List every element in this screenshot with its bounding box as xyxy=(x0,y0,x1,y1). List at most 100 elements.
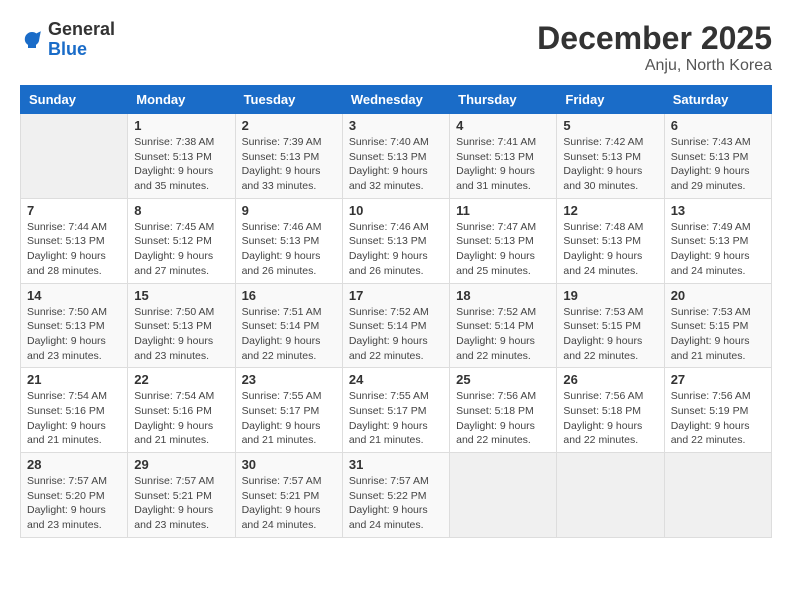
day-number: 11 xyxy=(456,203,550,218)
day-info: Sunrise: 7:54 AM Sunset: 5:16 PM Dayligh… xyxy=(27,389,121,448)
calendar-cell: 26Sunrise: 7:56 AM Sunset: 5:18 PM Dayli… xyxy=(557,368,664,453)
calendar-cell: 13 Sunrise: 7:49 AM Sunset: 5:13 PM Dayli… xyxy=(664,198,771,283)
calendar-cell: 4 Sunrise: 7:41 AM Sunset: 5:13 PM Daylig… xyxy=(450,114,557,199)
calendar-cell: 31 Sunrise: 7:57 AM Sunset: 5:22 PM Dayli… xyxy=(342,453,449,538)
day-number: 12 xyxy=(563,203,657,218)
calendar-cell: 12 Sunrise: 7:48 AM Sunset: 5:13 PM Dayli… xyxy=(557,198,664,283)
calendar-cell: 6Sunrise: 7:43 AM Sunset: 5:13 PM Daylig… xyxy=(664,114,771,199)
day-number: 5 xyxy=(563,118,657,133)
calendar-cell: 21 Sunrise: 7:54 AM Sunset: 5:16 PM Dayli… xyxy=(21,368,128,453)
calendar-table: SundayMondayTuesdayWednesdayThursdayFrid… xyxy=(20,85,772,538)
week-row-2: 7 Sunrise: 7:44 AM Sunset: 5:13 PM Daylig… xyxy=(21,198,772,283)
calendar-cell: 8Sunrise: 7:45 AM Sunset: 5:12 PM Daylig… xyxy=(128,198,235,283)
calendar-cell: 28 Sunrise: 7:57 AM Sunset: 5:20 PM Dayli… xyxy=(21,453,128,538)
day-info: Sunrise: 7:57 AM Sunset: 5:22 PM Dayligh… xyxy=(349,474,443,533)
title-area: December 2025 Anju, North Korea xyxy=(537,20,772,75)
weekday-header-row: SundayMondayTuesdayWednesdayThursdayFrid… xyxy=(21,86,772,114)
weekday-header-tuesday: Tuesday xyxy=(235,86,342,114)
week-row-1: 1 Sunrise: 7:38 AM Sunset: 5:13 PM Daylig… xyxy=(21,114,772,199)
weekday-header-friday: Friday xyxy=(557,86,664,114)
day-info: Sunrise: 7:51 AM Sunset: 5:14 PM Dayligh… xyxy=(242,305,336,364)
week-row-5: 28 Sunrise: 7:57 AM Sunset: 5:20 PM Dayli… xyxy=(21,453,772,538)
day-number: 3 xyxy=(349,118,443,133)
day-info: Sunrise: 7:46 AM Sunset: 5:13 PM Dayligh… xyxy=(349,220,443,279)
day-number: 13 xyxy=(671,203,765,218)
logo-icon xyxy=(20,28,44,52)
calendar-cell xyxy=(450,453,557,538)
calendar-cell: 29Sunrise: 7:57 AM Sunset: 5:21 PM Dayli… xyxy=(128,453,235,538)
calendar-cell: 19Sunrise: 7:53 AM Sunset: 5:15 PM Dayli… xyxy=(557,283,664,368)
day-number: 15 xyxy=(134,288,228,303)
calendar-cell: 7 Sunrise: 7:44 AM Sunset: 5:13 PM Daylig… xyxy=(21,198,128,283)
day-info: Sunrise: 7:50 AM Sunset: 5:13 PM Dayligh… xyxy=(134,305,228,364)
day-info: Sunrise: 7:38 AM Sunset: 5:13 PM Dayligh… xyxy=(134,135,228,194)
logo-text: General Blue xyxy=(48,20,115,60)
day-info: Sunrise: 7:52 AM Sunset: 5:14 PM Dayligh… xyxy=(349,305,443,364)
week-row-3: 14 Sunrise: 7:50 AM Sunset: 5:13 PM Dayli… xyxy=(21,283,772,368)
day-number: 14 xyxy=(27,288,121,303)
day-number: 9 xyxy=(242,203,336,218)
weekday-header-monday: Monday xyxy=(128,86,235,114)
day-number: 29 xyxy=(134,457,228,472)
calendar-cell: 25 Sunrise: 7:56 AM Sunset: 5:18 PM Dayli… xyxy=(450,368,557,453)
day-number: 2 xyxy=(242,118,336,133)
day-info: Sunrise: 7:48 AM Sunset: 5:13 PM Dayligh… xyxy=(563,220,657,279)
day-info: Sunrise: 7:50 AM Sunset: 5:13 PM Dayligh… xyxy=(27,305,121,364)
calendar-cell: 20 Sunrise: 7:53 AM Sunset: 5:15 PM Dayli… xyxy=(664,283,771,368)
calendar-cell: 23 Sunrise: 7:55 AM Sunset: 5:17 PM Dayli… xyxy=(235,368,342,453)
day-info: Sunrise: 7:42 AM Sunset: 5:13 PM Dayligh… xyxy=(563,135,657,194)
calendar-cell: 1 Sunrise: 7:38 AM Sunset: 5:13 PM Daylig… xyxy=(128,114,235,199)
calendar-cell: 2Sunrise: 7:39 AM Sunset: 5:13 PM Daylig… xyxy=(235,114,342,199)
day-info: Sunrise: 7:41 AM Sunset: 5:13 PM Dayligh… xyxy=(456,135,550,194)
day-info: Sunrise: 7:55 AM Sunset: 5:17 PM Dayligh… xyxy=(242,389,336,448)
day-number: 17 xyxy=(349,288,443,303)
calendar-cell: 18Sunrise: 7:52 AM Sunset: 5:14 PM Dayli… xyxy=(450,283,557,368)
calendar-cell: 30Sunrise: 7:57 AM Sunset: 5:21 PM Dayli… xyxy=(235,453,342,538)
day-info: Sunrise: 7:45 AM Sunset: 5:12 PM Dayligh… xyxy=(134,220,228,279)
day-number: 31 xyxy=(349,457,443,472)
day-info: Sunrise: 7:54 AM Sunset: 5:16 PM Dayligh… xyxy=(134,389,228,448)
day-number: 1 xyxy=(134,118,228,133)
day-number: 16 xyxy=(242,288,336,303)
day-info: Sunrise: 7:56 AM Sunset: 5:18 PM Dayligh… xyxy=(456,389,550,448)
calendar-cell: 24Sunrise: 7:55 AM Sunset: 5:17 PM Dayli… xyxy=(342,368,449,453)
day-info: Sunrise: 7:44 AM Sunset: 5:13 PM Dayligh… xyxy=(27,220,121,279)
calendar-cell: 14 Sunrise: 7:50 AM Sunset: 5:13 PM Dayli… xyxy=(21,283,128,368)
weekday-header-thursday: Thursday xyxy=(450,86,557,114)
logo: General Blue xyxy=(20,20,115,60)
day-info: Sunrise: 7:46 AM Sunset: 5:13 PM Dayligh… xyxy=(242,220,336,279)
day-info: Sunrise: 7:56 AM Sunset: 5:19 PM Dayligh… xyxy=(671,389,765,448)
day-info: Sunrise: 7:53 AM Sunset: 5:15 PM Dayligh… xyxy=(671,305,765,364)
weekday-header-wednesday: Wednesday xyxy=(342,86,449,114)
day-number: 18 xyxy=(456,288,550,303)
calendar-cell: 22Sunrise: 7:54 AM Sunset: 5:16 PM Dayli… xyxy=(128,368,235,453)
calendar-cell: 15 Sunrise: 7:50 AM Sunset: 5:13 PM Dayli… xyxy=(128,283,235,368)
weekday-header-saturday: Saturday xyxy=(664,86,771,114)
weekday-header-sunday: Sunday xyxy=(21,86,128,114)
day-info: Sunrise: 7:49 AM Sunset: 5:13 PM Dayligh… xyxy=(671,220,765,279)
day-number: 30 xyxy=(242,457,336,472)
header: General Blue December 2025 Anju, North K… xyxy=(20,20,772,75)
day-number: 10 xyxy=(349,203,443,218)
day-number: 4 xyxy=(456,118,550,133)
calendar-cell xyxy=(664,453,771,538)
calendar-cell: 9 Sunrise: 7:46 AM Sunset: 5:13 PM Daylig… xyxy=(235,198,342,283)
day-number: 21 xyxy=(27,372,121,387)
day-info: Sunrise: 7:55 AM Sunset: 5:17 PM Dayligh… xyxy=(349,389,443,448)
day-info: Sunrise: 7:57 AM Sunset: 5:20 PM Dayligh… xyxy=(27,474,121,533)
day-number: 27 xyxy=(671,372,765,387)
day-number: 6 xyxy=(671,118,765,133)
day-number: 19 xyxy=(563,288,657,303)
calendar-cell: 16 Sunrise: 7:51 AM Sunset: 5:14 PM Dayli… xyxy=(235,283,342,368)
day-number: 28 xyxy=(27,457,121,472)
day-info: Sunrise: 7:40 AM Sunset: 5:13 PM Dayligh… xyxy=(349,135,443,194)
calendar-cell: 3 Sunrise: 7:40 AM Sunset: 5:13 PM Daylig… xyxy=(342,114,449,199)
day-number: 20 xyxy=(671,288,765,303)
day-number: 23 xyxy=(242,372,336,387)
calendar-cell xyxy=(557,453,664,538)
calendar-cell: 5 Sunrise: 7:42 AM Sunset: 5:13 PM Daylig… xyxy=(557,114,664,199)
calendar-cell: 27 Sunrise: 7:56 AM Sunset: 5:19 PM Dayli… xyxy=(664,368,771,453)
day-number: 25 xyxy=(456,372,550,387)
day-number: 7 xyxy=(27,203,121,218)
week-row-4: 21 Sunrise: 7:54 AM Sunset: 5:16 PM Dayli… xyxy=(21,368,772,453)
